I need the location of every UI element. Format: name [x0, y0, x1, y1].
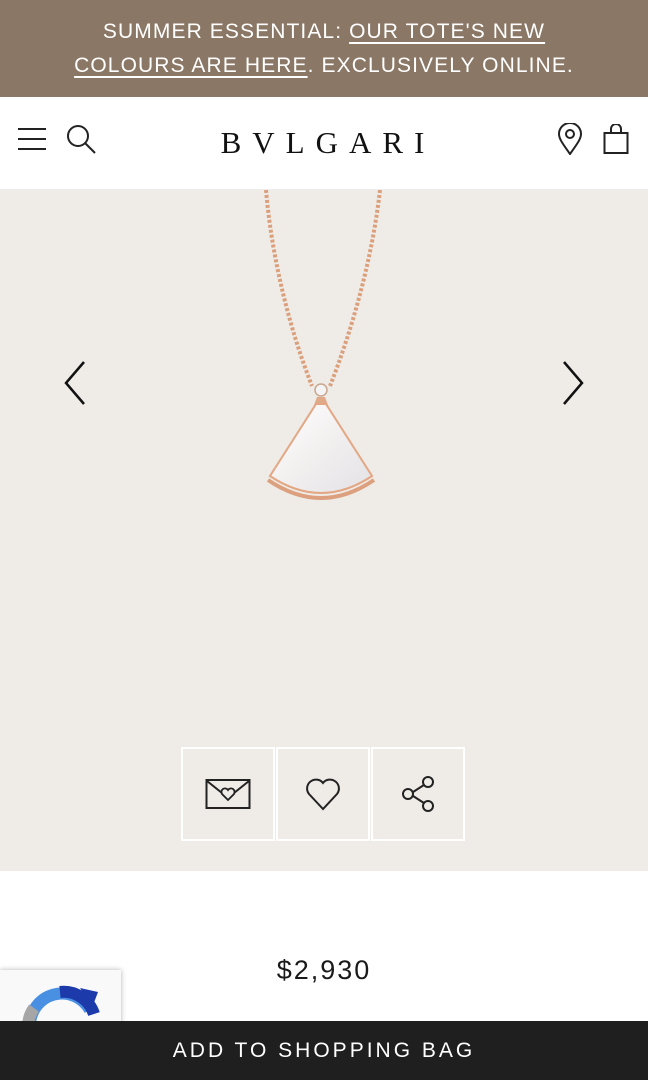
email-a-friend-button[interactable] — [181, 747, 275, 841]
recaptcha-icon — [22, 985, 100, 1026]
share-icon — [402, 776, 434, 812]
store-locator-icon[interactable] — [552, 121, 588, 157]
search-icon[interactable] — [63, 121, 99, 157]
envelope-heart-icon — [205, 779, 251, 809]
share-button[interactable] — [371, 747, 465, 841]
next-image-button[interactable] — [553, 358, 593, 408]
promo-prefix: SUMMER ESSENTIAL: — [102, 19, 350, 43]
chevron-left-icon — [64, 361, 85, 405]
promo-banner: SUMMER ESSENTIAL: OUR TOTE'S NEW COLOURS… — [0, 0, 648, 97]
chevron-right-icon — [563, 361, 584, 405]
wishlist-button[interactable] — [276, 747, 370, 841]
shopping-bag-icon[interactable] — [598, 121, 634, 157]
promo-text: SUMMER ESSENTIAL: OUR TOTE'S NEW COLOURS… — [44, 15, 604, 83]
recaptcha-badge[interactable] — [0, 970, 121, 1026]
promo-suffix: . EXCLUSIVELY ONLINE. — [307, 53, 574, 77]
menu-icon[interactable] — [14, 121, 50, 157]
add-to-shopping-bag-button[interactable]: ADD TO SHOPPING BAG — [0, 1021, 648, 1080]
site-header: BVLGARI — [0, 97, 648, 190]
heart-icon — [306, 778, 340, 811]
previous-image-button[interactable] — [55, 358, 95, 408]
product-gallery — [0, 190, 648, 871]
product-actions — [181, 747, 467, 842]
